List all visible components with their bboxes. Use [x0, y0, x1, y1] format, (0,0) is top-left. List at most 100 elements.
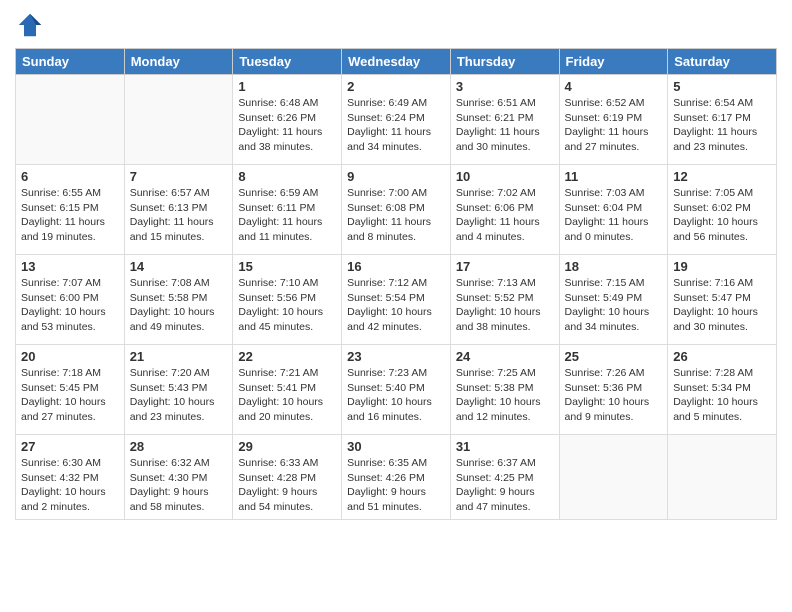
calendar-cell: 30 Sunrise: 6:35 AMSunset: 4:26 PMDayligh… [342, 435, 451, 520]
day-info: Sunrise: 7:28 AMSunset: 5:34 PMDaylight:… [673, 366, 771, 425]
page-header [15, 10, 777, 40]
day-info: Sunrise: 6:35 AMSunset: 4:26 PMDaylight:… [347, 456, 445, 515]
weekday-header-tuesday: Tuesday [233, 49, 342, 75]
calendar-cell [559, 435, 668, 520]
day-info: Sunrise: 7:08 AMSunset: 5:58 PMDaylight:… [130, 276, 228, 335]
day-info: Sunrise: 7:15 AMSunset: 5:49 PMDaylight:… [565, 276, 663, 335]
day-info: Sunrise: 7:10 AMSunset: 5:56 PMDaylight:… [238, 276, 336, 335]
calendar-cell: 9 Sunrise: 7:00 AMSunset: 6:08 PMDaylight… [342, 165, 451, 255]
calendar-table: SundayMondayTuesdayWednesdayThursdayFrid… [15, 48, 777, 520]
day-number: 22 [238, 349, 336, 364]
day-number: 29 [238, 439, 336, 454]
day-info: Sunrise: 7:21 AMSunset: 5:41 PMDaylight:… [238, 366, 336, 425]
day-number: 16 [347, 259, 445, 274]
day-number: 9 [347, 169, 445, 184]
calendar-cell: 3 Sunrise: 6:51 AMSunset: 6:21 PMDaylight… [450, 75, 559, 165]
day-number: 26 [673, 349, 771, 364]
day-number: 19 [673, 259, 771, 274]
day-number: 25 [565, 349, 663, 364]
calendar-week-3: 13Sunrise: 7:07 AMSunset: 6:00 PMDayligh… [16, 255, 777, 345]
calendar-week-4: 20 Sunrise: 7:18 AMSunset: 5:45 PMDayligh… [16, 345, 777, 435]
day-info: Sunrise: 6:33 AMSunset: 4:28 PMDaylight:… [238, 456, 336, 515]
day-info: Sunrise: 6:59 AMSunset: 6:11 PMDaylight:… [238, 186, 336, 245]
calendar-cell: 29 Sunrise: 6:33 AMSunset: 4:28 PMDayligh… [233, 435, 342, 520]
calendar-cell: 14 Sunrise: 7:08 AMSunset: 5:58 PMDayligh… [124, 255, 233, 345]
day-info: Sunrise: 7:26 AMSunset: 5:36 PMDaylight:… [565, 366, 663, 425]
day-info: Sunrise: 7:16 AMSunset: 5:47 PMDaylight:… [673, 276, 771, 335]
calendar-cell: 6 Sunrise: 6:55 AMSunset: 6:15 PMDaylight… [16, 165, 125, 255]
day-info: Sunrise: 6:37 AMSunset: 4:25 PMDaylight:… [456, 456, 554, 515]
calendar-cell: 17 Sunrise: 7:13 AMSunset: 5:52 PMDayligh… [450, 255, 559, 345]
day-info: Sunrise: 6:32 AMSunset: 4:30 PMDaylight:… [130, 456, 228, 515]
day-number: 30 [347, 439, 445, 454]
day-info: Sunrise: 6:55 AMSunset: 6:15 PMDaylight:… [21, 186, 119, 245]
day-number: 8 [238, 169, 336, 184]
calendar-cell: 2 Sunrise: 6:49 AMSunset: 6:24 PMDaylight… [342, 75, 451, 165]
day-info: Sunrise: 7:23 AMSunset: 5:40 PMDaylight:… [347, 366, 445, 425]
day-info: Sunrise: 7:18 AMSunset: 5:45 PMDaylight:… [21, 366, 119, 425]
day-info: Sunrise: 7:13 AMSunset: 5:52 PMDaylight:… [456, 276, 554, 335]
day-info: Sunrise: 7:05 AMSunset: 6:02 PMDaylight:… [673, 186, 771, 245]
day-number: 12 [673, 169, 771, 184]
day-number: 6 [21, 169, 119, 184]
calendar-week-1: 1 Sunrise: 6:48 AMSunset: 6:26 PMDaylight… [16, 75, 777, 165]
logo-icon [15, 10, 45, 40]
day-number: 17 [456, 259, 554, 274]
calendar-cell: 19 Sunrise: 7:16 AMSunset: 5:47 PMDayligh… [668, 255, 777, 345]
calendar-cell: 31 Sunrise: 6:37 AMSunset: 4:25 PMDayligh… [450, 435, 559, 520]
calendar-cell: 26 Sunrise: 7:28 AMSunset: 5:34 PMDayligh… [668, 345, 777, 435]
day-info: Sunrise: 6:30 AMSunset: 4:32 PMDaylight:… [21, 456, 119, 515]
weekday-header-monday: Monday [124, 49, 233, 75]
weekday-header-thursday: Thursday [450, 49, 559, 75]
calendar-cell: 24 Sunrise: 7:25 AMSunset: 5:38 PMDayligh… [450, 345, 559, 435]
day-info: Sunrise: 6:57 AMSunset: 6:13 PMDaylight:… [130, 186, 228, 245]
day-number: 21 [130, 349, 228, 364]
calendar-cell: 18 Sunrise: 7:15 AMSunset: 5:49 PMDayligh… [559, 255, 668, 345]
calendar-cell: 5 Sunrise: 6:54 AMSunset: 6:17 PMDaylight… [668, 75, 777, 165]
calendar-cell: 27 Sunrise: 6:30 AMSunset: 4:32 PMDayligh… [16, 435, 125, 520]
calendar-cell: 13Sunrise: 7:07 AMSunset: 6:00 PMDayligh… [16, 255, 125, 345]
weekday-header-saturday: Saturday [668, 49, 777, 75]
day-number: 5 [673, 79, 771, 94]
calendar-cell: 11 Sunrise: 7:03 AMSunset: 6:04 PMDayligh… [559, 165, 668, 255]
day-info: Sunrise: 6:51 AMSunset: 6:21 PMDaylight:… [456, 96, 554, 155]
calendar-cell: 12 Sunrise: 7:05 AMSunset: 6:02 PMDayligh… [668, 165, 777, 255]
day-info: Sunrise: 6:48 AMSunset: 6:26 PMDaylight:… [238, 96, 336, 155]
day-number: 31 [456, 439, 554, 454]
calendar-week-2: 6 Sunrise: 6:55 AMSunset: 6:15 PMDaylight… [16, 165, 777, 255]
weekday-header-sunday: Sunday [16, 49, 125, 75]
day-info: Sunrise: 7:03 AMSunset: 6:04 PMDaylight:… [565, 186, 663, 245]
day-number: 28 [130, 439, 228, 454]
day-number: 15 [238, 259, 336, 274]
day-number: 2 [347, 79, 445, 94]
day-number: 3 [456, 79, 554, 94]
calendar-cell: 10Sunrise: 7:02 AMSunset: 6:06 PMDayligh… [450, 165, 559, 255]
day-number: 13 [21, 259, 119, 274]
day-number: 27 [21, 439, 119, 454]
day-number: 11 [565, 169, 663, 184]
day-info: Sunrise: 7:02 AMSunset: 6:06 PMDaylight:… [456, 186, 554, 245]
calendar-cell: 8 Sunrise: 6:59 AMSunset: 6:11 PMDaylight… [233, 165, 342, 255]
day-info: Sunrise: 7:25 AMSunset: 5:38 PMDaylight:… [456, 366, 554, 425]
calendar-cell: 25 Sunrise: 7:26 AMSunset: 5:36 PMDayligh… [559, 345, 668, 435]
calendar-cell: 22 Sunrise: 7:21 AMSunset: 5:41 PMDayligh… [233, 345, 342, 435]
calendar-cell: 23 Sunrise: 7:23 AMSunset: 5:40 PMDayligh… [342, 345, 451, 435]
day-number: 1 [238, 79, 336, 94]
calendar-cell: 21Sunrise: 7:20 AMSunset: 5:43 PMDayligh… [124, 345, 233, 435]
day-number: 7 [130, 169, 228, 184]
calendar-cell [668, 435, 777, 520]
day-info: Sunrise: 6:49 AMSunset: 6:24 PMDaylight:… [347, 96, 445, 155]
day-info: Sunrise: 6:52 AMSunset: 6:19 PMDaylight:… [565, 96, 663, 155]
day-info: Sunrise: 7:00 AMSunset: 6:08 PMDaylight:… [347, 186, 445, 245]
day-number: 20 [21, 349, 119, 364]
day-info: Sunrise: 6:54 AMSunset: 6:17 PMDaylight:… [673, 96, 771, 155]
day-number: 18 [565, 259, 663, 274]
calendar-cell [16, 75, 125, 165]
day-number: 23 [347, 349, 445, 364]
day-number: 14 [130, 259, 228, 274]
day-number: 24 [456, 349, 554, 364]
calendar-cell: 16Sunrise: 7:12 AMSunset: 5:54 PMDayligh… [342, 255, 451, 345]
calendar-cell: 1 Sunrise: 6:48 AMSunset: 6:26 PMDaylight… [233, 75, 342, 165]
calendar-cell: 4Sunrise: 6:52 AMSunset: 6:19 PMDaylight… [559, 75, 668, 165]
weekday-header-wednesday: Wednesday [342, 49, 451, 75]
